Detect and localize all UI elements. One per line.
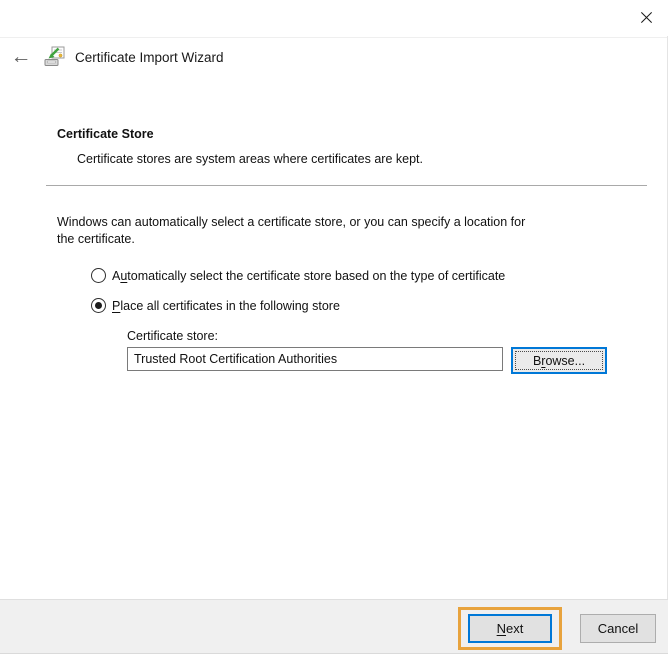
label-post: ext [506,621,523,636]
back-arrow-icon: ← [11,45,32,69]
radio-automatically-select-label: Automatically select the certificate sto… [112,269,505,283]
browse-button-label: Browse... [533,354,585,368]
cancel-button[interactable]: Cancel [580,614,656,643]
section-subtitle: Certificate stores are system areas wher… [77,152,423,166]
label-accel: r [541,354,545,368]
radio-place-all-certificates[interactable]: Place all certificates in the following … [91,297,340,314]
label-post: lace all certificates in the following s… [120,299,340,313]
browse-button[interactable]: Browse... [511,347,607,374]
section-title: Certificate Store [57,127,154,141]
next-button[interactable]: Next [468,614,552,643]
radio-button-selected [91,298,106,313]
certificate-import-wizard-icon [44,46,65,67]
radio-place-all-certificates-label: Place all certificates in the following … [112,299,340,313]
next-button-label: Next [497,621,524,636]
label-post: tomatically select the certificate store… [127,269,505,283]
header-divider [46,185,647,186]
close-button[interactable] [634,8,658,32]
footer-bar [0,599,668,654]
intro-text: Windows can automatically select a certi… [57,214,617,248]
titlebar-divider [0,37,668,38]
label-post: owse... [545,354,585,368]
label-accel: N [497,621,506,636]
page-title: Certificate Import Wizard [75,50,224,65]
certificate-store-input[interactable] [127,347,503,371]
certificate-store-label: Certificate store: [127,329,218,343]
cancel-button-label: Cancel [598,621,638,636]
label-pre: B [533,354,541,368]
close-icon [639,10,654,30]
radio-button-unselected [91,268,106,283]
back-button[interactable]: ← [7,44,35,70]
certificate-import-wizard-dialog: ← Certificate Import Wizard Certificate … [0,0,668,654]
radio-automatically-select[interactable]: Automatically select the certificate sto… [91,267,505,284]
